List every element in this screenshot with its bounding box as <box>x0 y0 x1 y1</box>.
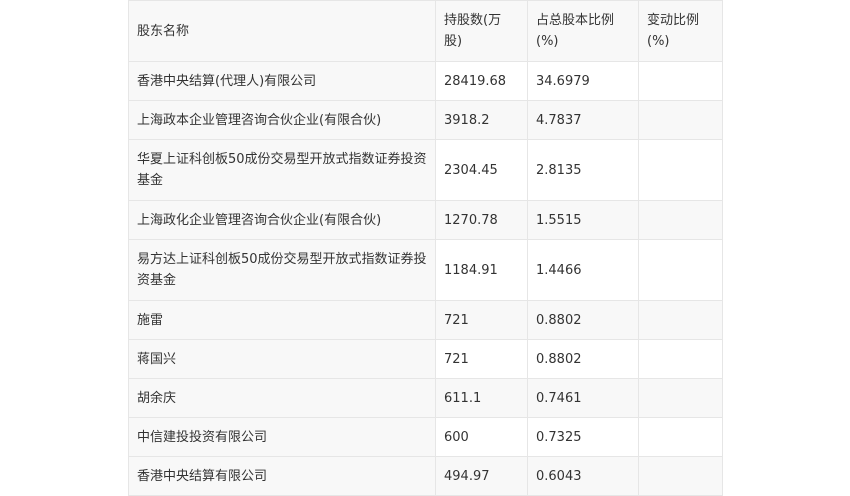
cell-shares-held: 721 <box>435 300 528 340</box>
cell-shares-held: 721 <box>435 339 528 379</box>
table-row: 施雷 721 0.8802 <box>128 300 723 340</box>
cell-shareholder-name: 华夏上证科创板50成份交易型开放式指数证券投资基金 <box>128 139 436 201</box>
table-row: 易方达上证科创板50成份交易型开放式指数证券投资基金 1184.91 1.446… <box>128 239 723 301</box>
header-share-ratio: 占总股本比例(%) <box>527 0 639 62</box>
table-row: 香港中央结算(代理人)有限公司 28419.68 34.6979 <box>128 61 723 101</box>
cell-share-ratio: 0.8802 <box>527 339 639 379</box>
cell-shareholder-name: 香港中央结算(代理人)有限公司 <box>128 61 436 101</box>
cell-share-ratio: 2.8135 <box>527 139 639 201</box>
shareholder-table: 股东名称 持股数(万股) 占总股本比例(%) 变动比例(%) 香港中央结算(代理… <box>128 0 723 496</box>
cell-shares-held: 494.97 <box>435 456 528 496</box>
cell-change-ratio <box>638 417 723 457</box>
cell-change-ratio <box>638 100 723 140</box>
cell-share-ratio: 34.6979 <box>527 61 639 101</box>
table-row: 蒋国兴 721 0.8802 <box>128 339 723 379</box>
cell-shareholder-name: 易方达上证科创板50成份交易型开放式指数证券投资基金 <box>128 239 436 301</box>
cell-change-ratio <box>638 378 723 418</box>
table-row: 胡余庆 611.1 0.7461 <box>128 378 723 418</box>
table-row: 华夏上证科创板50成份交易型开放式指数证券投资基金 2304.45 2.8135 <box>128 139 723 201</box>
table-row: 香港中央结算有限公司 494.97 0.6043 <box>128 456 723 496</box>
cell-shareholder-name: 上海政化企业管理咨询合伙企业(有限合伙) <box>128 200 436 240</box>
cell-change-ratio <box>638 456 723 496</box>
cell-shares-held: 600 <box>435 417 528 457</box>
cell-share-ratio: 0.7461 <box>527 378 639 418</box>
cell-shareholder-name: 施雷 <box>128 300 436 340</box>
cell-shares-held: 611.1 <box>435 378 528 418</box>
cell-share-ratio: 1.4466 <box>527 239 639 301</box>
table-row: 中信建投投资有限公司 600 0.7325 <box>128 417 723 457</box>
cell-change-ratio <box>638 61 723 101</box>
cell-change-ratio <box>638 139 723 201</box>
cell-change-ratio <box>638 239 723 301</box>
table-row: 上海政化企业管理咨询合伙企业(有限合伙) 1270.78 1.5515 <box>128 200 723 240</box>
cell-shareholder-name: 香港中央结算有限公司 <box>128 456 436 496</box>
cell-shareholder-name: 中信建投投资有限公司 <box>128 417 436 457</box>
header-change-ratio: 变动比例(%) <box>638 0 723 62</box>
cell-shareholder-name: 上海政本企业管理咨询合伙企业(有限合伙) <box>128 100 436 140</box>
table-header-row: 股东名称 持股数(万股) 占总股本比例(%) 变动比例(%) <box>128 0 723 62</box>
cell-shares-held: 1270.78 <box>435 200 528 240</box>
cell-change-ratio <box>638 300 723 340</box>
header-shares-held: 持股数(万股) <box>435 0 528 62</box>
cell-change-ratio <box>638 200 723 240</box>
cell-shareholder-name: 胡余庆 <box>128 378 436 418</box>
cell-share-ratio: 0.7325 <box>527 417 639 457</box>
shareholder-table-container: 股东名称 持股数(万股) 占总股本比例(%) 变动比例(%) 香港中央结算(代理… <box>128 0 723 496</box>
cell-share-ratio: 0.8802 <box>527 300 639 340</box>
cell-shareholder-name: 蒋国兴 <box>128 339 436 379</box>
cell-shares-held: 3918.2 <box>435 100 528 140</box>
cell-shares-held: 2304.45 <box>435 139 528 201</box>
cell-share-ratio: 0.6043 <box>527 456 639 496</box>
cell-shares-held: 1184.91 <box>435 239 528 301</box>
header-shareholder-name: 股东名称 <box>128 0 436 62</box>
cell-share-ratio: 4.7837 <box>527 100 639 140</box>
cell-change-ratio <box>638 339 723 379</box>
cell-shares-held: 28419.68 <box>435 61 528 101</box>
cell-share-ratio: 1.5515 <box>527 200 639 240</box>
table-row: 上海政本企业管理咨询合伙企业(有限合伙) 3918.2 4.7837 <box>128 100 723 140</box>
